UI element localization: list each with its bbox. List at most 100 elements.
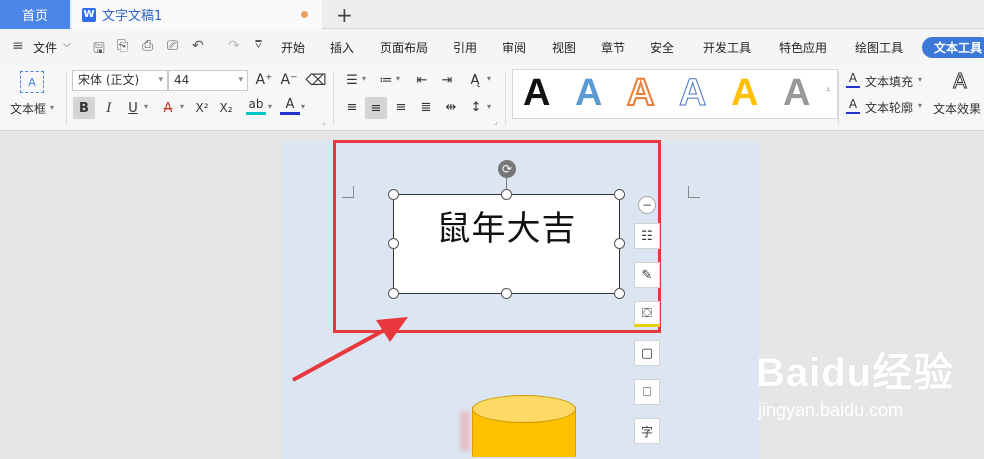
writer-doc-icon: W (82, 7, 96, 22)
new-tab-button[interactable]: + (336, 3, 353, 27)
chevron-down-icon[interactable]: ⌵ (63, 39, 71, 50)
menu-tab-start[interactable]: 开始 (281, 39, 305, 56)
chevron-down-icon[interactable]: ▾ (487, 102, 491, 111)
dialog-launcher-icon[interactable]: ⌟ (494, 117, 498, 126)
redo-icon[interactable]: ↷ (228, 38, 240, 54)
italic-button[interactable]: I (99, 98, 119, 118)
text-box-settings-icon[interactable]: ⎕ (634, 379, 660, 405)
chevron-down-icon[interactable]: ▾ (50, 103, 54, 112)
fill-bucket-icon[interactable]: ⛋ (634, 301, 660, 327)
grow-font-icon[interactable]: A⁺ (254, 70, 274, 90)
chevron-down-icon: ▾ (238, 75, 243, 85)
baidu-jingyan-watermark: Baidu经验 jingyan.baidu.com (756, 340, 955, 420)
align-center-icon[interactable]: ≡ (365, 97, 387, 119)
text-style-gallery: A A A A A A (512, 69, 838, 119)
ribbon-toolbar: A 文本框 ▾ 宋体 (正文) ▾ 44 ▾ A⁺ A⁻ ⌫ B I U ▾ A ▾… (0, 65, 984, 131)
collapse-tools-icon[interactable]: − (638, 196, 656, 214)
highlight-button[interactable]: ab (246, 96, 266, 115)
style-orange-outline-preset[interactable]: A (626, 71, 655, 115)
text-fill-icon[interactable]: A (846, 70, 860, 88)
clear-format-icon[interactable]: ⌫ (305, 70, 326, 90)
menu-tab-insert[interactable]: 插入 (330, 39, 354, 56)
bold-button[interactable]: B (73, 97, 95, 119)
margin-corner-mark (688, 186, 700, 198)
chevron-down-icon[interactable]: ▾ (487, 74, 491, 83)
customize-toolbar-icon[interactable]: ⩢ (255, 38, 262, 52)
superscript-button[interactable]: X² (192, 98, 212, 118)
annotation-arrow-icon (292, 317, 408, 382)
font-color-button[interactable]: A (280, 96, 300, 115)
divider (333, 71, 334, 125)
chevron-down-icon[interactable]: ▾ (268, 102, 272, 111)
gallery-more-icon[interactable]: ⩡ (826, 85, 831, 95)
menu-tab-page-layout[interactable]: 页面布局 (380, 39, 428, 56)
text-fill-button[interactable]: 文本填充 (865, 73, 913, 90)
tab-document[interactable]: W 文字文稿1 (72, 0, 322, 29)
export-pdf-icon[interactable]: ⎘ (117, 38, 128, 54)
align-left-icon[interactable]: ≡ (342, 97, 362, 117)
strikethrough-button[interactable]: A (158, 98, 178, 118)
hamburger-menu-icon[interactable]: ≡ (12, 38, 24, 54)
style-black-preset[interactable]: A (523, 72, 550, 115)
font-name-select[interactable]: 宋体 (正文) ▾ (72, 70, 168, 91)
distribute-icon[interactable]: ⇹ (441, 97, 461, 117)
text-outline-icon[interactable]: A (846, 96, 860, 114)
menu-tab-drawing-tools[interactable]: 绘图工具 (855, 39, 903, 56)
chevron-down-icon[interactable]: ▾ (362, 74, 366, 83)
style-blue-preset[interactable]: A (575, 72, 602, 115)
title-bar: 首页 W 文字文稿1 + (0, 0, 984, 29)
menu-tab-references[interactable]: 引用 (453, 39, 477, 56)
shrink-font-icon[interactable]: A⁻ (279, 70, 299, 90)
menu-tab-review[interactable]: 审阅 (502, 39, 526, 56)
chevron-down-icon[interactable]: ▾ (918, 101, 922, 110)
save-icon[interactable]: 🖫 (93, 38, 105, 62)
font-size-select[interactable]: 44 ▾ (168, 70, 248, 91)
subscript-button[interactable]: X₂ (216, 98, 236, 118)
shape-outline-icon[interactable]: ▢ (634, 340, 660, 366)
text-direction-icon[interactable]: Ą (465, 70, 485, 90)
decrease-indent-icon[interactable]: ⇤ (412, 70, 432, 90)
print-preview-icon[interactable]: ⎚ (167, 38, 178, 54)
textbox-icon[interactable]: A (20, 71, 44, 93)
chevron-down-icon[interactable]: ▾ (144, 102, 148, 111)
layout-options-icon[interactable]: ☷ (634, 223, 660, 249)
divider (838, 71, 839, 125)
character-format-icon[interactable]: 字 (634, 418, 660, 444)
shape-fill-brush-icon[interactable]: ✎ (634, 262, 660, 288)
chevron-down-icon[interactable]: ▾ (180, 102, 184, 111)
style-gold-preset[interactable]: A (731, 72, 758, 115)
underline-button[interactable]: U (123, 98, 143, 118)
cylinder-shape[interactable] (460, 393, 586, 457)
chevron-down-icon[interactable]: ▾ (918, 75, 922, 84)
line-spacing-icon[interactable]: ↕ (466, 97, 486, 117)
chevron-down-icon: ▾ (158, 75, 163, 85)
numbered-list-icon[interactable]: ≔ (376, 70, 396, 90)
increase-indent-icon[interactable]: ⇥ (437, 70, 457, 90)
menu-file[interactable]: 文件 (33, 39, 57, 56)
menu-tab-chapter[interactable]: 章节 (601, 39, 625, 56)
divider (66, 71, 67, 125)
justify-icon[interactable]: ≣ (416, 97, 436, 117)
style-blue-outline-preset[interactable]: A (678, 72, 706, 115)
menu-tab-security[interactable]: 安全 (650, 39, 674, 56)
text-effect-icon[interactable]: A (950, 69, 970, 94)
style-gray-preset[interactable]: A (783, 72, 810, 115)
menu-tab-developer[interactable]: 开发工具 (703, 39, 751, 56)
undo-icon[interactable]: ↶ (192, 38, 204, 54)
chevron-down-icon[interactable]: ▾ (396, 74, 400, 83)
bullet-list-icon[interactable]: ☰ (342, 70, 362, 90)
watermark-logo-text: Baidu经验 (756, 351, 955, 395)
menu-tab-features[interactable]: 特色应用 (779, 39, 827, 56)
print-icon[interactable]: ⎙ (142, 38, 153, 54)
cylinder-top (472, 395, 576, 423)
dialog-launcher-icon[interactable]: ⌟ (322, 117, 326, 126)
text-effect-button[interactable]: 文本效果 (933, 100, 981, 117)
chevron-down-icon[interactable]: ▾ (301, 102, 305, 111)
align-right-icon[interactable]: ≡ (391, 97, 411, 117)
font-size-value: 44 (174, 73, 190, 87)
menu-tab-text-tools[interactable]: 文本工具 (922, 37, 984, 58)
menu-tab-view[interactable]: 视图 (552, 39, 576, 56)
text-outline-button[interactable]: 文本轮廓 (865, 99, 913, 116)
tab-home[interactable]: 首页 (0, 0, 70, 29)
textbox-label[interactable]: 文本框 (10, 100, 46, 117)
